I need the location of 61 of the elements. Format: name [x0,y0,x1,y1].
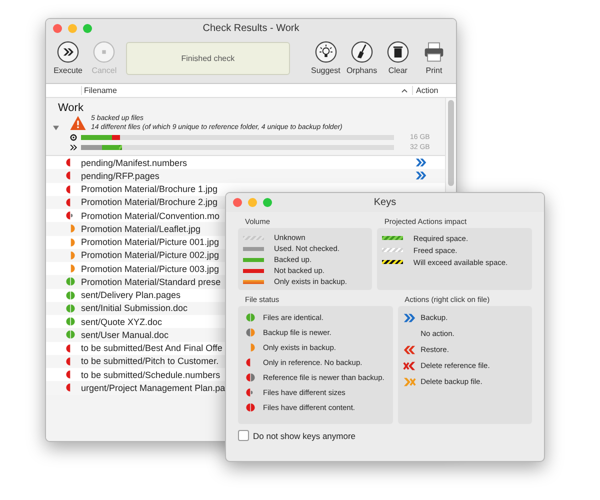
print-button[interactable]: Print [416,41,452,75]
file-name: to be submitted/Schedule.numbers [81,370,220,380]
file-name: sent/Delivery Plan.pages [81,290,181,300]
execute-button[interactable]: Execute [50,41,86,75]
trash-icon [386,41,409,63]
broom-icon [350,41,373,63]
legend-swatch [243,268,264,272]
printer-icon [422,41,445,63]
file-name: Promotion Material/Picture 001.jpg [81,237,220,248]
window-title: Check Results - Work [202,23,300,34]
legend-swatch [382,260,404,264]
target-icon [70,134,77,140]
legend-swatch [382,236,404,240]
file-name: urgent/Project Management Plan.pa [81,382,226,393]
clear-button[interactable]: Clear [380,41,416,75]
minimize-button[interactable] [68,24,77,33]
file-name: pending/Manifest.numbers [81,158,188,168]
double-chevron-left-icon [403,344,416,354]
legend-swatch [243,280,264,284]
double-chevron-right-icon [415,158,427,168]
group-title: Work [58,102,84,114]
file-name: Promotion Material/Brochure 2.jpg [81,197,218,208]
cross-chevron-icon [403,360,416,370]
orphans-button[interactable]: Orphans [344,41,380,75]
file-name: Promotion Material/Picture 003.jpg [81,264,220,274]
file-name: Promotion Material/Brochure 1.jpg [81,184,218,194]
sort-caret-icon[interactable] [401,88,408,93]
window-title: Keys [374,197,396,208]
file-name: to be submitted/Pitch to Customer. [81,356,219,366]
chevron-cross-icon [403,376,416,386]
checkbox-label[interactable]: Do not show keys anymore [253,430,356,440]
file-name: Promotion Material/Standard prese [81,276,221,287]
file-name: Promotion Material/Picture 002.jpg [81,250,220,260]
scrollbar-thumb[interactable] [448,100,454,186]
close-button[interactable] [53,24,62,33]
file-name: Promotion Material/Leaflet.jpg [81,224,201,234]
checkbox[interactable] [238,430,249,441]
double-chevron-right-icon [403,312,416,322]
column-header[interactable]: Filename [81,86,401,95]
suggest-button[interactable]: Suggest [308,41,344,75]
file-name: sent/Initial Submission.doc [81,303,188,314]
status-display: Finished check [126,42,290,75]
legend-swatch [243,246,264,250]
play-icon [57,41,80,63]
file-name: pending/RFP.pages [81,170,160,181]
disclosure-triangle-icon[interactable] [53,125,59,131]
minimize-button[interactable] [248,198,257,207]
warning-icon [70,116,86,130]
legend-swatch [243,258,264,262]
lightbulb-icon [314,41,337,63]
file-name: to be submitted/Best And Final Offe [81,343,222,354]
double-chevron-icon [70,144,77,150]
zoom-button[interactable] [263,198,272,207]
column-header[interactable]: Action [412,86,446,95]
file-name: sent/User Manual.doc [81,330,169,340]
zoom-button[interactable] [83,24,92,33]
double-chevron-right-icon [415,171,427,180]
file-name: sent/Quote XYZ.doc [81,316,162,327]
close-button[interactable] [233,198,242,207]
file-name: Promotion Material/Convention.mo [81,210,220,221]
stop-icon [93,41,116,63]
